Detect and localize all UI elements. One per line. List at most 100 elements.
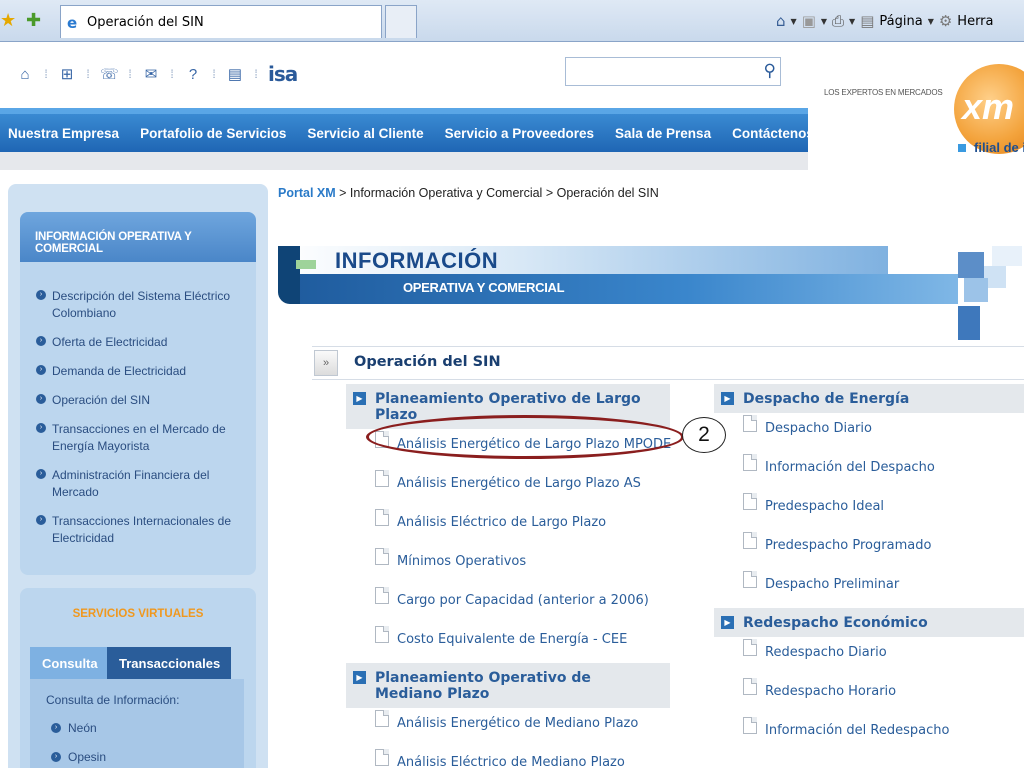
- nav-item-servicio-cliente[interactable]: Servicio al Cliente: [307, 126, 423, 141]
- document-icon[interactable]: ▤: [226, 65, 244, 83]
- consulta-label: Consulta de Información:: [46, 693, 180, 707]
- annotation-number-badge: 2: [682, 417, 726, 453]
- banner-strip: [278, 246, 300, 304]
- cube-shape: [964, 278, 988, 302]
- expand-arrow-icon: ▶: [353, 671, 366, 684]
- virtual-item-label: Opesin: [68, 750, 107, 764]
- sidebar-item-oferta[interactable]: › Oferta de Electricidad: [36, 334, 246, 351]
- nav-item-portafolio[interactable]: Portafolio de Servicios: [140, 126, 286, 141]
- sidebar-item-administracion[interactable]: › Administración Financiera del Mercado: [36, 467, 246, 501]
- nav-item-nuestra-empresa[interactable]: Nuestra Empresa: [8, 126, 119, 141]
- doc-link-cee[interactable]: Costo Equivalente de Energía - CEE: [346, 624, 670, 663]
- favorites-star-icon[interactable]: ★: [0, 10, 16, 31]
- doc-link-electrico-largo[interactable]: Análisis Eléctrico de Largo Plazo: [346, 507, 670, 546]
- collapse-toggle-icon[interactable]: »: [314, 350, 338, 376]
- home-icon[interactable]: ⌂: [776, 12, 786, 30]
- add-favorite-icon[interactable]: ✚: [26, 10, 41, 31]
- page-icon: ▤: [860, 12, 875, 30]
- tab-transaccionales[interactable]: Transaccionales: [107, 647, 231, 679]
- document-icon: [743, 717, 757, 734]
- document-icon: [743, 454, 757, 471]
- sidebar-item-transacciones[interactable]: › Transacciones en el Mercado de Energía …: [36, 421, 246, 455]
- sidebar-item-descripcion[interactable]: › Descripción del Sistema Eléctrico Colom…: [36, 288, 246, 322]
- xm-logo-text: xm: [962, 86, 1015, 127]
- document-icon: [375, 548, 389, 565]
- brand-tagline: LOS EXPERTOS EN MERCADOS: [824, 88, 943, 97]
- doc-link-redespacho-diario[interactable]: Redespacho Diario: [714, 637, 1024, 676]
- help-icon[interactable]: ?: [184, 66, 202, 83]
- browser-tab-active[interactable]: e Operación del SIN: [60, 5, 382, 38]
- new-tab-button[interactable]: [385, 5, 417, 38]
- doc-link-info-despacho[interactable]: Información del Despacho: [714, 452, 1024, 491]
- breadcrumb-level2: Operación del SIN: [556, 186, 659, 200]
- cube-shape: [992, 246, 1022, 266]
- search-input[interactable]: ⚲: [565, 57, 781, 86]
- nav-item-sala-prensa[interactable]: Sala de Prensa: [615, 126, 711, 141]
- square-icon: [958, 144, 966, 152]
- doc-link-despacho-diario[interactable]: Despacho Diario: [714, 413, 1024, 452]
- tab-consulta[interactable]: Consulta: [30, 647, 107, 679]
- group-mediano-plazo[interactable]: ▶ Planeamiento Operativo de Mediano Plaz…: [346, 663, 670, 708]
- document-icon: [743, 639, 757, 656]
- expand-arrow-icon: ▶: [353, 392, 366, 405]
- doc-link-redespacho-horario[interactable]: Redespacho Horario: [714, 676, 1024, 715]
- doc-link-cargo[interactable]: Cargo por Capacidad (anterior a 2006): [346, 585, 670, 624]
- doc-link-label: Predespacho Ideal: [765, 499, 885, 514]
- sidebar-item-demanda[interactable]: › Demanda de Electricidad: [36, 363, 246, 380]
- mail-icon[interactable]: ✉: [142, 65, 160, 83]
- breadcrumb-root[interactable]: Portal XM: [278, 186, 336, 200]
- doc-link-electrico-mediano[interactable]: Análisis Eléctrico de Mediano Plazo: [346, 747, 670, 768]
- search-icon[interactable]: ⚲: [764, 61, 776, 81]
- nav-item-proveedores[interactable]: Servicio a Proveedores: [445, 126, 594, 141]
- group-despacho[interactable]: ▶ Despacho de Energía: [714, 384, 1024, 413]
- sidebar-item-label: Demanda de Electricidad: [52, 364, 187, 378]
- document-icon: [375, 710, 389, 727]
- group-title: Planeamiento Operativo de Mediano Plazo: [375, 670, 591, 702]
- sitemap-icon[interactable]: ⊞: [58, 65, 76, 83]
- virtual-services-title: SERVICIOS VIRTUALES: [72, 608, 204, 620]
- page-menu[interactable]: Página: [879, 14, 922, 29]
- print-dropdown-icon[interactable]: ▼: [849, 17, 855, 26]
- nav-item-contactenos[interactable]: Contáctenos: [732, 126, 814, 141]
- feeds-icon[interactable]: ▣: [802, 12, 816, 30]
- feeds-dropdown-icon[interactable]: ▼: [821, 17, 827, 26]
- bullet-icon: ›: [36, 365, 46, 375]
- browser-command-bar: ⌂ ▼ ▣ ▼ ⎙ ▼ ▤ Página ▼ ⚙ Herra: [776, 10, 999, 32]
- doc-link-info-redespacho[interactable]: Información del Redespacho: [714, 715, 1024, 754]
- contact-icon[interactable]: ☏: [100, 65, 119, 83]
- doc-link-despacho-preliminar[interactable]: Despacho Preliminar: [714, 569, 1024, 608]
- virtual-services-panel: SERVICIOS VIRTUALES Consulta Transaccion…: [20, 588, 256, 768]
- banner-subtitle: OPERATIVA Y COMERCIAL: [403, 280, 565, 295]
- brand-subsidiary: filial de i: [958, 140, 1024, 155]
- doc-link-energetico-mediano[interactable]: Análisis Energético de Mediano Plazo: [346, 708, 670, 747]
- divider: ⁞: [86, 67, 90, 81]
- page-dropdown-icon[interactable]: ▼: [928, 17, 934, 26]
- home-icon[interactable]: ⌂: [16, 66, 34, 83]
- doc-link-as[interactable]: Análisis Energético de Largo Plazo AS: [346, 468, 670, 507]
- brand-subsidiary-text: filial de i: [974, 140, 1024, 155]
- bullet-icon: ›: [36, 394, 46, 404]
- doc-link-predespacho-programado[interactable]: Predespacho Programado: [714, 530, 1024, 569]
- virtual-item-label: Neón: [68, 721, 97, 735]
- doc-link-minimos[interactable]: Mínimos Operativos: [346, 546, 670, 585]
- banner-cubes-graphic: [956, 246, 1024, 346]
- site-header: ⌂ ⁞ ⊞ ⁞ ☏ ⁞ ✉ ⁞ ? ⁞ ▤ ⁞ isa ⚲: [0, 42, 808, 108]
- group-title: Redespacho Económico: [743, 615, 928, 631]
- sidebar-item-internacionales[interactable]: › Transacciones Internacionales de Electr…: [36, 513, 246, 547]
- breadcrumb-level1[interactable]: Información Operativa y Comercial: [350, 186, 542, 200]
- virtual-item-neon[interactable]: › Neón: [46, 721, 244, 735]
- divider: ⁞: [128, 67, 132, 81]
- sidebar-item-label: Transacciones en el Mercado de Energía M…: [52, 422, 226, 453]
- sidebar-item-label: Administración Financiera del Mercado: [52, 468, 210, 499]
- doc-link-predespacho-ideal[interactable]: Predespacho Ideal: [714, 491, 1024, 530]
- tools-menu[interactable]: Herra: [957, 14, 993, 29]
- home-dropdown-icon[interactable]: ▼: [791, 17, 797, 26]
- sidebar-item-label: Operación del SIN: [52, 393, 151, 407]
- virtual-item-opesin[interactable]: › Opesin: [46, 750, 244, 764]
- print-icon[interactable]: ⎙: [832, 12, 844, 30]
- doc-link-label: Cargo por Capacidad (anterior a 2006): [397, 593, 649, 608]
- isa-logo[interactable]: isa: [268, 62, 298, 86]
- section-banner: INFORMACIÓN OPERATIVA Y COMERCIAL: [278, 246, 1024, 346]
- sidebar-item-operacion[interactable]: › Operación del SIN: [36, 392, 246, 409]
- group-redespacho[interactable]: ▶ Redespacho Económico: [714, 608, 1024, 637]
